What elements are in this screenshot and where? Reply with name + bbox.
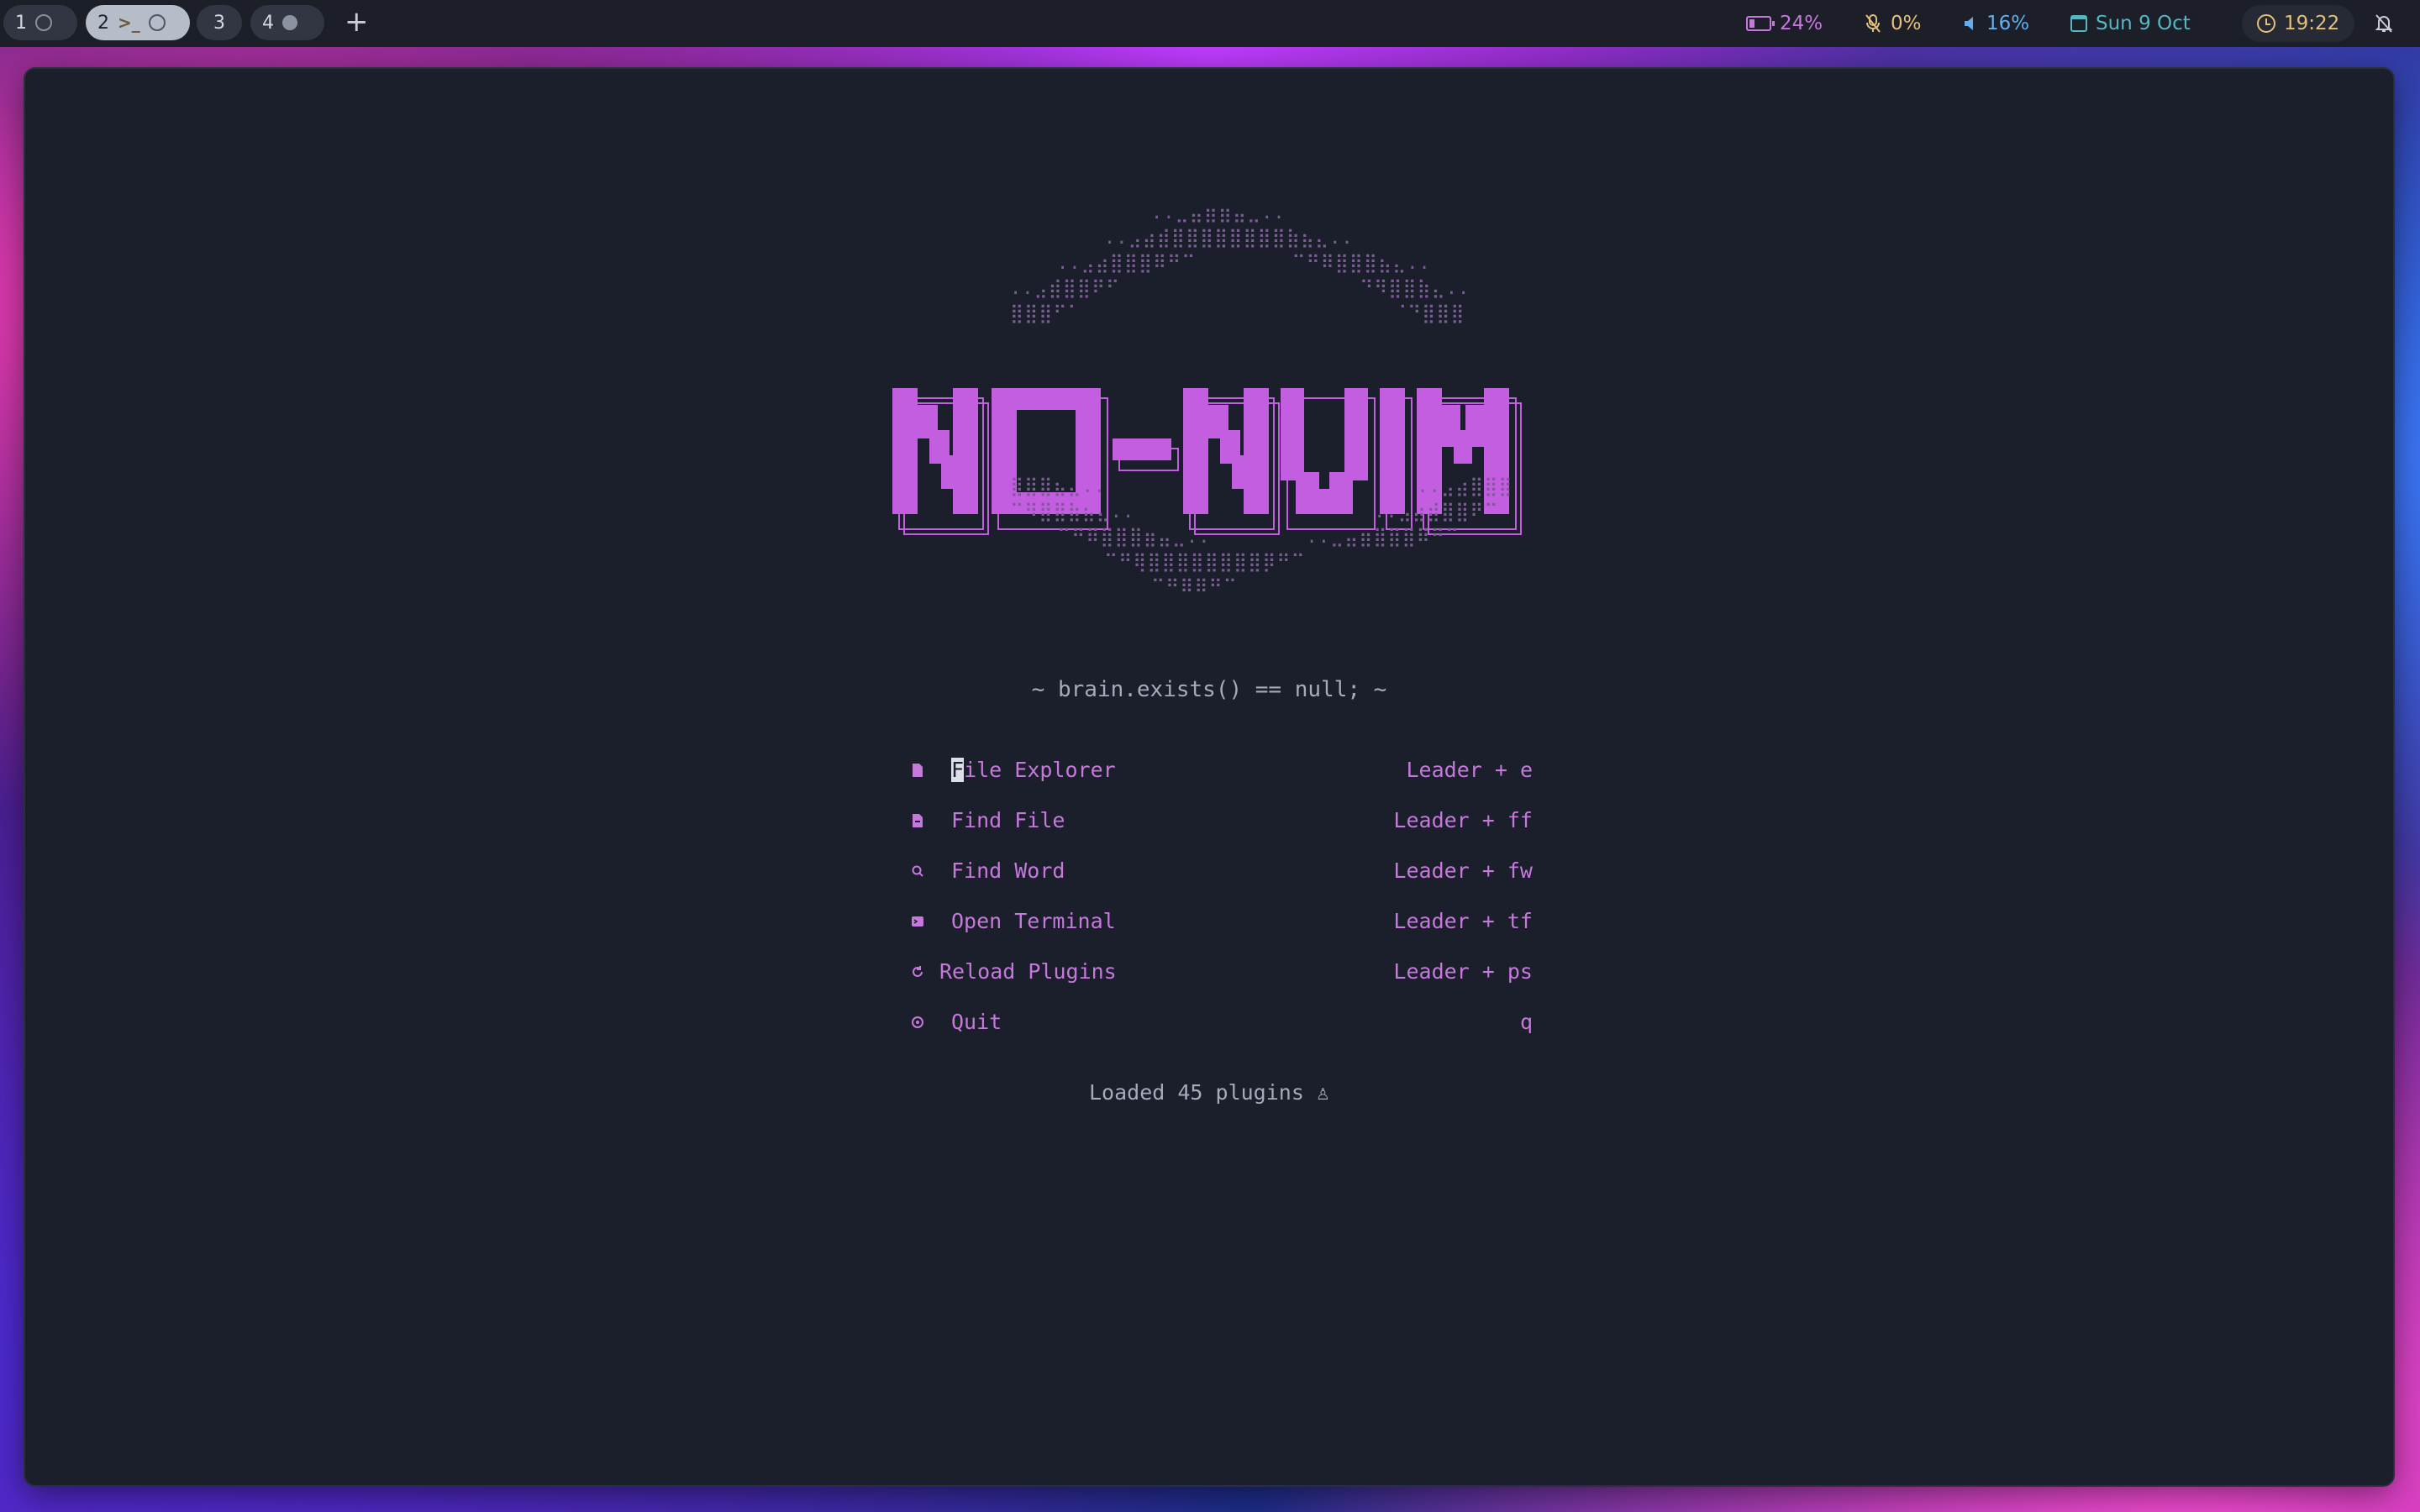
refresh-icon [913, 966, 923, 977]
menu-item-label: Open Terminal [951, 909, 1116, 933]
date-status[interactable]: Sun 9 Oct [2070, 0, 2191, 47]
file-icon [913, 764, 923, 777]
volume-status[interactable]: 16% [1963, 0, 2029, 47]
terminal-icon [912, 916, 923, 927]
workspace-number: 3 [213, 12, 225, 34]
menu-item-shortcut: Leader + fw [1393, 858, 1533, 883]
plus-icon[interactable]: + [345, 7, 369, 37]
menu-item-label: Reload Plugins [939, 959, 1117, 984]
menu-item-open-terminal[interactable]: Open Terminal Leader + tf [911, 899, 1533, 949]
speaker-icon [1965, 17, 1973, 30]
notifications-toggle[interactable] [2375, 0, 2393, 47]
calendar-icon [2070, 15, 2087, 32]
plugins-loaded-footer: Loaded 45 plugins ♙ [1089, 1080, 1329, 1105]
dotted-ring-top: ..⣠⣾⣿⣿⠟⠋ ⠙⠻⣿⣿⣷⣄.. [1010, 278, 1470, 299]
workspace-number: 2 [97, 12, 109, 34]
menu-item-shortcut: Leader + ff [1393, 808, 1533, 832]
dotted-ring-bottom: ⠉⠛⢿⣿⣿⣿⣿⣿⣿⣿⣿⡿⠛⠉ [1104, 552, 1306, 573]
time-value: 19:22 [2284, 13, 2340, 34]
dashboard-menu: File Explorer Leader + e Find File Leade… [911, 748, 1533, 1050]
clock-status[interactable]: 19:22 [2242, 5, 2355, 42]
menu-item-label: Find Word [951, 858, 1065, 883]
menu-item-find-file[interactable]: Find File Leader + ff [911, 798, 1533, 848]
menu-item-label: Quit [951, 1010, 1002, 1034]
battery-icon [1746, 16, 1775, 31]
dotted-ring-bottom: ⣿⣿⣿⣦⣄.. ..⣠⣴⣿⣿⣿ [1010, 476, 1513, 497]
dotted-ring-top: ⣿⣿⣿⠋⠁ ⠈⠙⣿⣿⣿ [1010, 303, 1465, 324]
clock-icon [2257, 14, 2275, 33]
workspace-4[interactable]: 4 [250, 5, 324, 40]
workspace-3[interactable]: 3 [197, 5, 242, 40]
dashboard-tagline: ~ brain.exists() == null; ~ [1031, 677, 1387, 702]
terminal-window[interactable]: ..⣀⣤⣶⣶⣤⣀.. ..⣠⣴⣾⣿⣿⣿⣿⣿⣿⣿⣿⣷⣦⣄.. ..⣠⣴⣿⣿⣿⠿⠛⠉… [25, 69, 2393, 1485]
bell-off-icon [2375, 14, 2393, 33]
battery-status[interactable]: 24% [1746, 0, 1823, 47]
workspace-number: 4 [262, 12, 274, 34]
menu-item-label: File Explorer [951, 758, 1116, 782]
menu-item-file-explorer[interactable]: File Explorer Leader + e [911, 748, 1533, 798]
menu-item-reload-plugins[interactable]: Reload Plugins Leader + ps [911, 949, 1533, 1000]
menu-item-find-word[interactable]: Find Word Leader + fw [911, 848, 1533, 899]
menu-item-shortcut: Leader + ps [1393, 959, 1533, 984]
menu-item-shortcut: q [1519, 1010, 1533, 1034]
menu-item-quit[interactable]: Quit q [911, 1000, 1533, 1050]
date-value: Sun 9 Oct [2096, 13, 2191, 34]
terminal-icon: >_ [118, 13, 140, 33]
mic-status[interactable]: 0% [1864, 0, 1922, 47]
dotted-ring-top: ..⣠⣴⣾⣿⣿⣿⣿⣿⣿⣿⣿⣷⣦⣄.. [1104, 228, 1354, 249]
battery-value: 24% [1780, 13, 1823, 34]
menu-item-shortcut: Leader + tf [1393, 909, 1533, 933]
volume-value: 16% [1986, 13, 2030, 34]
compass-icon [148, 14, 166, 31]
mic-muted-icon [1865, 14, 1881, 33]
steam-icon [282, 15, 297, 30]
text-cursor: F [951, 758, 965, 782]
file-text-icon [913, 814, 923, 827]
dotted-ring-bottom: ⠉⠻⣿⣿⣷⣦⣄.. ..⣠⣴⣾⣿⣿⠟⠉ [1010, 501, 1499, 522]
mic-value: 0% [1891, 13, 1922, 34]
search-icon [912, 865, 923, 877]
menu-item-label: Find File [951, 808, 1065, 832]
power-icon [912, 1016, 923, 1028]
dotted-ring-bottom: ⠉⠛⠿⠿⠛⠉ [1151, 577, 1238, 598]
top-bar: 1 2 >_ 3 4 + 24% 0% 16% Sun 9 Oct 19:22 [0, 0, 2420, 47]
workspace-2[interactable]: 2 >_ [86, 5, 190, 40]
menu-item-shortcut: Leader + e [1406, 758, 1533, 782]
dotted-ring-top: ..⣀⣤⣶⣶⣤⣀.. [1151, 202, 1286, 223]
workspace-1[interactable]: 1 [3, 5, 77, 40]
dotted-ring-top: ..⣠⣴⣿⣿⣿⠿⠛⠉ ⠉⠛⠿⣿⣿⣿⣦⣄.. [1057, 253, 1431, 274]
dotted-ring-bottom: ⠉⠛⠿⣿⣿⣿⣶⣤⣀.. ..⣀⣤⣶⣿⣿⣿⠿⠛⠉ [1057, 527, 1460, 548]
workspace-number: 1 [15, 12, 27, 34]
whatsapp-icon [35, 14, 52, 31]
